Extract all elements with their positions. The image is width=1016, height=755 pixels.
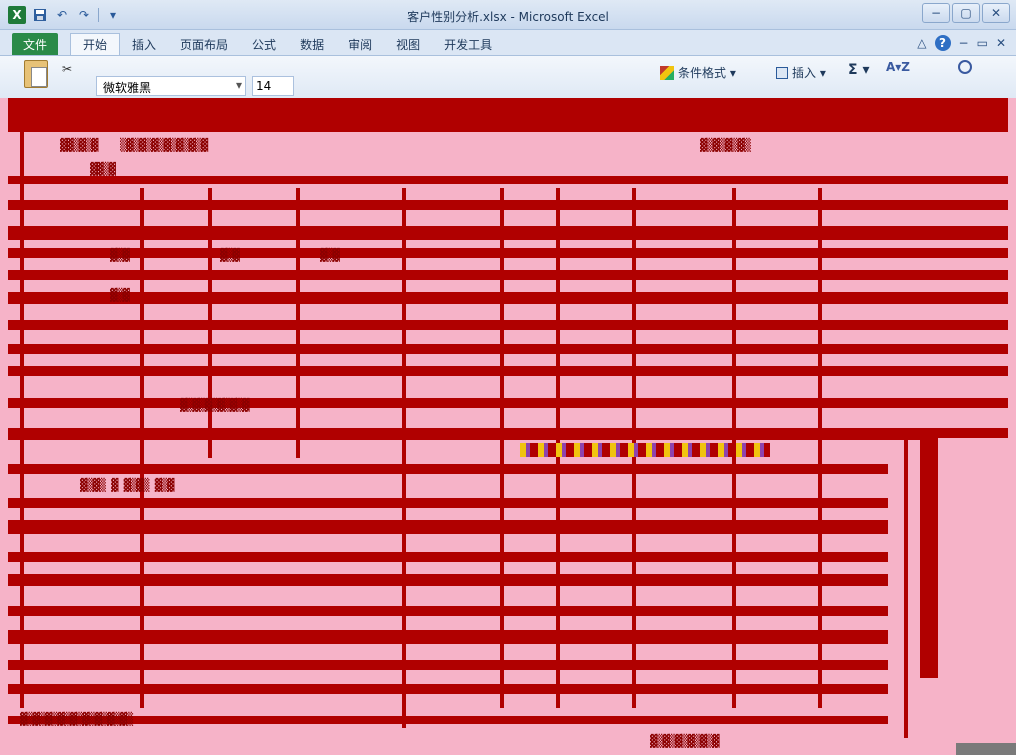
corrupt-scroll-block: [920, 438, 938, 678]
corrupt-band: [8, 292, 1008, 304]
font-name-dropdown-icon[interactable]: ▾: [236, 78, 242, 92]
redo-icon[interactable]: ↷: [76, 7, 92, 23]
tab-file[interactable]: 文件: [12, 33, 58, 55]
font-name-combobox[interactable]: 微软雅黑: [96, 76, 246, 96]
ribbon-home: ✂ 微软雅黑 ▾ 14 条件格式 ▾ 插入 ▾ Σ ▾ A▾Z: [0, 56, 1016, 98]
ribbon-minimize-icon[interactable]: △: [917, 36, 926, 50]
corrupt-band: [8, 344, 1008, 354]
title-bar: X ↶ ↷ ▾ 客户性别分析.xlsx - Microsoft Excel − …: [0, 0, 1016, 30]
garbled-text: ▓▒▓▒▓▒▓▒: [700, 138, 751, 152]
insert-cells-icon: [776, 66, 788, 79]
tab-page-layout[interactable]: 页面布局: [168, 33, 240, 55]
corrupt-vline: [402, 188, 406, 728]
save-icon[interactable]: [32, 7, 48, 23]
excel-app-icon[interactable]: X: [8, 6, 26, 24]
status-bar-corner: [956, 743, 1016, 755]
tab-review[interactable]: 审阅: [336, 33, 384, 55]
workbook-restore-icon[interactable]: ▭: [977, 36, 988, 50]
workbook-minimize-icon[interactable]: −: [959, 36, 969, 50]
minimize-button[interactable]: −: [922, 3, 950, 23]
tab-insert[interactable]: 插入: [120, 33, 168, 55]
worksheet-grid[interactable]: ▓▓▒▓▒▓ ▒▓▒▓▒▓▒▓▒▓▒▓▒▓ ▓▒▓▒▓▒▓▒ ▓▓▒▓ ▓▒▓ …: [0, 98, 1016, 755]
corrupt-band: [8, 200, 1008, 210]
ribbon-right-controls: △ ? − ▭ ✕: [917, 35, 1006, 51]
conditional-format-button[interactable]: 条件格式 ▾: [660, 64, 736, 81]
quick-access-toolbar: X ↶ ↷ ▾: [8, 6, 121, 24]
garbled-text: ▓▒▓: [110, 288, 130, 302]
tab-developer[interactable]: 开发工具: [432, 33, 504, 55]
window-title: 客户性别分析.xlsx - Microsoft Excel: [407, 10, 609, 24]
tab-data[interactable]: 数据: [288, 33, 336, 55]
font-size-combobox[interactable]: 14: [252, 76, 294, 96]
corrupt-band: [8, 226, 1008, 240]
corrupt-vline: [208, 188, 212, 458]
corrupt-band: [8, 716, 888, 724]
autosum-button[interactable]: Σ ▾: [848, 62, 869, 78]
workbook-close-icon[interactable]: ✕: [996, 36, 1006, 50]
corrupt-band: [8, 428, 1008, 440]
sort-filter-button[interactable]: A▾Z: [886, 60, 910, 74]
help-icon[interactable]: ?: [934, 35, 951, 51]
corrupt-band: [8, 398, 1008, 408]
cut-icon[interactable]: ✂: [62, 62, 72, 76]
corrupt-vline: [500, 188, 504, 708]
colored-noise-strip: [520, 443, 770, 457]
corrupt-band: [8, 248, 1008, 258]
insert-cells-label: 插入 ▾: [792, 66, 826, 80]
garbled-text: ▓▓▒▓▒▓: [60, 138, 98, 152]
corrupt-vline: [904, 438, 908, 738]
tab-view[interactable]: 视图: [384, 33, 432, 55]
customize-qat-icon[interactable]: ▾: [105, 7, 121, 23]
garbled-text: ▒▓▒▓▒▓▒▓▒▓▒▓▒▓: [120, 138, 208, 152]
tab-home[interactable]: 开始: [70, 33, 121, 55]
window-controls: − ▢ ✕: [922, 3, 1010, 23]
vertical-scroll-region[interactable]: [920, 438, 1016, 755]
garbled-text: ▓▒▓▒▓▒▓▒▓▒▓: [180, 398, 249, 412]
garbled-text: ▓▒▓: [220, 248, 240, 262]
corrupt-vline: [140, 188, 144, 708]
garbled-text: ▓▒▓: [320, 248, 340, 262]
garbled-text: ▓▒▓▒ ▓ ▓▒▓▒ ▓▒▓: [80, 478, 174, 492]
corrupt-band: [8, 176, 1008, 184]
close-button[interactable]: ✕: [982, 3, 1010, 23]
corrupt-band: [8, 98, 1008, 132]
tab-formulas[interactable]: 公式: [240, 33, 288, 55]
conditional-format-label: 条件格式 ▾: [678, 66, 736, 80]
corrupt-band: [8, 270, 1008, 280]
corrupt-vline: [296, 188, 300, 458]
conditional-format-icon: [660, 65, 674, 80]
maximize-button[interactable]: ▢: [952, 3, 980, 23]
garbled-text: ▓▓▒▓: [90, 162, 116, 176]
garbled-text: ▓▒▓▒▓▒▓▒▓▒▓: [650, 734, 719, 748]
undo-icon[interactable]: ↶: [54, 7, 70, 23]
find-select-icon[interactable]: [958, 60, 972, 74]
tab-list: 开始 插入 页面布局 公式 数据 审阅 视图 开发工具: [70, 33, 504, 55]
corrupt-vline: [818, 188, 822, 708]
qat-separator: [98, 8, 99, 22]
garbled-text: ▓▒▓▒▓▒▓▒▓▒▓▒▓▒▓▒▓▒: [20, 712, 133, 726]
ribbon-tabs: 文件 开始 插入 页面布局 公式 数据 审阅 视图 开发工具 △ ? − ▭ ✕: [0, 30, 1016, 56]
insert-cells-button[interactable]: 插入 ▾: [776, 64, 826, 81]
garbled-text: ▓▒▓: [110, 248, 130, 262]
corrupt-vline: [20, 98, 24, 708]
paste-icon[interactable]: [24, 60, 48, 88]
corrupt-band: [8, 366, 1008, 376]
corrupt-band: [8, 320, 1008, 330]
